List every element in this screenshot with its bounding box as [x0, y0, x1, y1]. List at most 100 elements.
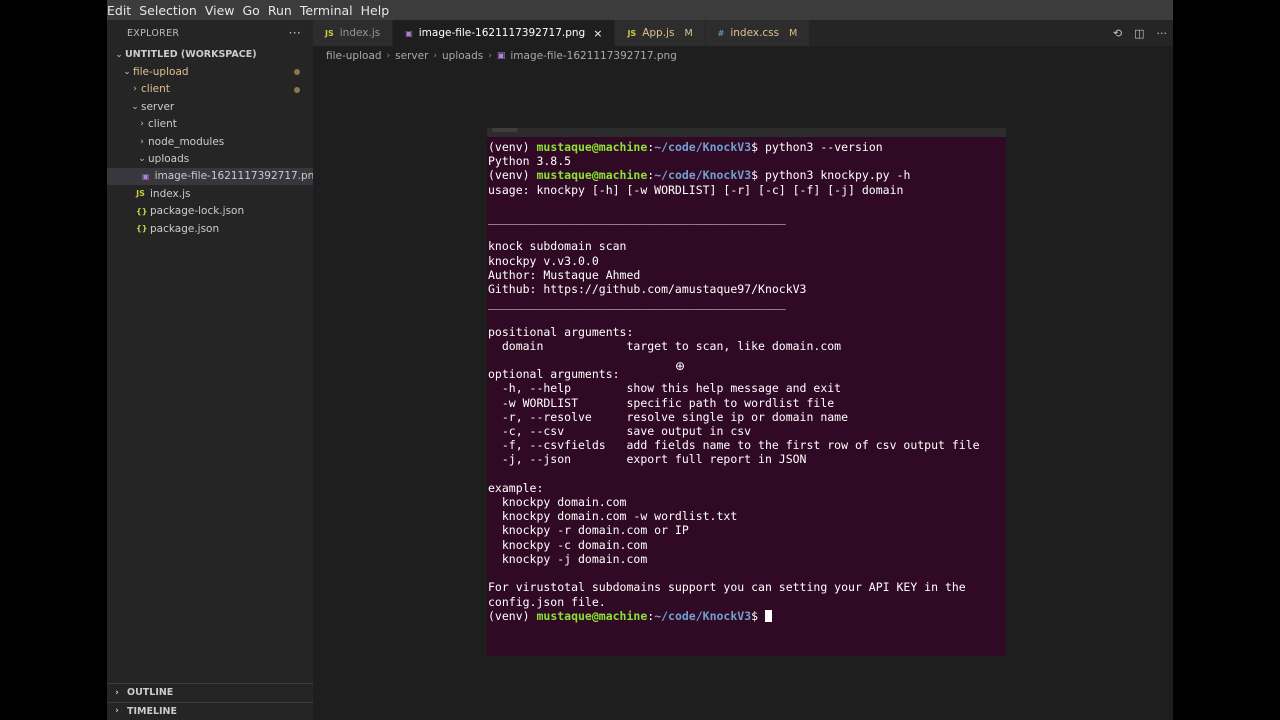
tree-item-server[interactable]: ⌄ server [107, 98, 313, 115]
json-file-icon: {} [136, 206, 148, 216]
tree-item-label: server [141, 100, 175, 113]
more-actions-icon[interactable]: ··· [1157, 27, 1168, 40]
terminal-line: Github: https://github.com/amustaque97/K… [488, 282, 1006, 296]
workspace-label: UNTITLED (WORKSPACE) [125, 49, 257, 61]
menu-item-help[interactable]: Help [361, 3, 396, 18]
terminal-command: $ python3 --version [751, 140, 883, 154]
prompt-user: mustaque@machine [536, 168, 648, 183]
image-file-icon: ▣ [142, 171, 150, 181]
sidebar-bottom-panels: › OUTLINE › TIMELINE [107, 683, 313, 720]
terminal-text: example: [488, 480, 544, 495]
terminal-text: domain target to scan, like domain.com [488, 338, 842, 353]
menu-item-run[interactable]: Run [268, 3, 298, 18]
tree-item-image-file[interactable]: ▣ image-file-1621117392717.png [107, 167, 321, 186]
terminal-line: domain target to scan, like domain.com [488, 339, 1006, 353]
close-icon[interactable]: × [593, 27, 602, 40]
venv-label: (venv) [488, 168, 537, 183]
terminal-text: Python 3.8.5 [488, 154, 572, 169]
tree-item-label: client [141, 83, 170, 96]
terminal-text: ________________________________________… [488, 296, 786, 311]
image-file-icon: ▣ [496, 51, 506, 61]
tree-item-label: package-lock.json [150, 205, 245, 218]
tab-index-css[interactable]: # index.css M [705, 20, 811, 46]
js-file-icon: JS [325, 28, 334, 38]
terminal-text: -c, --csv save output in csv [488, 424, 752, 439]
tree-item-label: node_modules [148, 135, 225, 148]
prompt-path: ~/code/KnockV3 [654, 168, 752, 183]
tree-item-file-upload[interactable]: ⌄ file-upload [107, 63, 313, 80]
json-file-icon: {} [136, 224, 148, 234]
tree-item-client-top[interactable]: › client [107, 81, 313, 98]
tab-label: index.js [339, 27, 381, 39]
terminal-image-preview: (venv) mustaque@machine:~/code/KnockV3$ … [487, 128, 1006, 656]
chevron-right-icon: › [386, 51, 391, 61]
terminal-line: -w WORDLIST specific path to wordlist fi… [488, 396, 1006, 410]
terminal-line: knockpy -r domain.com or IP [488, 523, 1006, 537]
zoom-icon: ⊕ [675, 359, 686, 373]
workspace-root[interactable]: ⌄ UNTITLED (WORKSPACE) [107, 46, 313, 63]
breadcrumb-item[interactable]: image-file-1621117392717.png [510, 50, 676, 62]
terminal-text: knockpy -c domain.com [488, 537, 648, 552]
terminal-line: optional arguments: [488, 367, 1006, 381]
tree-item-index-js[interactable]: JS index.js [107, 185, 313, 202]
tree-item-server-client[interactable]: › client [107, 116, 313, 133]
terminal-line: For virustotal subdomains support you ca… [488, 580, 1006, 594]
terminal-text: knockpy domain.com [488, 495, 627, 510]
split-editor-icon[interactable]: ◫ [1134, 27, 1144, 40]
tab-image-file[interactable]: ▣ image-file-1621117392717.png × [393, 20, 616, 46]
terminal-text: knock subdomain scan [488, 239, 627, 254]
modified-dot-icon [294, 69, 300, 76]
editor-actions: ⟲ ◫ ··· [1113, 20, 1167, 46]
terminal-text: -r, --resolve resolve single ip or domai… [488, 409, 849, 424]
terminal-line: Python 3.8.5 [488, 154, 1006, 168]
menu-items: Edit Selection View Go Run Terminal Help [107, 3, 397, 18]
outline-panel[interactable]: › OUTLINE [107, 683, 313, 702]
terminal-text: ________________________________________… [488, 211, 786, 226]
terminal-text: Github: https://github.com/amustaque97/K… [488, 282, 807, 297]
terminal-text: Author: Mustaque Ahmed [488, 267, 641, 282]
menu-item-terminal[interactable]: Terminal [300, 3, 359, 18]
modified-badge: M [684, 27, 693, 39]
terminal-line: (venv) mustaque@machine:~/code/KnockV3$ … [488, 140, 1006, 154]
tree-item-uploads[interactable]: ⌄ uploads [107, 150, 313, 167]
terminal-line: example: [488, 481, 1006, 495]
menu-item-selection[interactable]: Selection [139, 3, 203, 18]
tree-item-package-json[interactable]: {} package.json [107, 220, 313, 237]
terminal-output: (venv) mustaque@machine:~/code/KnockV3$ … [487, 137, 1006, 623]
js-file-icon: JS [136, 189, 145, 199]
prompt-user: mustaque@machine [536, 140, 648, 154]
menu-bar: Edit Selection View Go Run Terminal Help [107, 0, 1173, 20]
terminal-line: -h, --help show this help message and ex… [488, 381, 1006, 395]
terminal-text: knockpy -r domain.com or IP [488, 523, 689, 538]
terminal-command: $ python3 knockpy.py -h [751, 168, 911, 183]
menu-item-edit[interactable]: Edit [107, 3, 137, 18]
terminal-line: -c, --csv save output in csv [488, 424, 1006, 438]
tab-app-js[interactable]: JS App.js M [615, 20, 706, 46]
chevron-down-icon: ⌄ [138, 154, 146, 165]
tree-item-node-modules[interactable]: › node_modules [107, 133, 313, 150]
prompt-user: mustaque@machine [536, 608, 648, 623]
tab-index-js[interactable]: JS index.js [313, 20, 394, 46]
terminal-text: knockpy domain.com -w wordlist.txt [488, 509, 738, 524]
menu-item-view[interactable]: View [205, 3, 241, 18]
chevron-right-icon: › [133, 84, 137, 95]
terminal-line: ________________________________________… [488, 211, 1006, 225]
terminal-line: (venv) mustaque@machine:~/code/KnockV3$ [488, 609, 1006, 623]
terminal-line: (venv) mustaque@machine:~/code/KnockV3$ … [488, 168, 1006, 182]
terminal-command: $ [751, 608, 765, 623]
prompt-path: ~/code/KnockV3 [654, 608, 752, 623]
explorer-title: EXPLORER [127, 27, 180, 39]
breadcrumb-item[interactable]: server [395, 50, 428, 62]
menu-item-go[interactable]: Go [243, 3, 266, 18]
open-changes-icon[interactable]: ⟲ [1113, 27, 1122, 40]
tree-item-package-lock[interactable]: {} package-lock.json [107, 203, 313, 220]
chevron-right-icon: › [140, 136, 144, 147]
terminal-text: -j, --json export full report in JSON [488, 452, 807, 467]
breadcrumb-item[interactable]: uploads [442, 50, 483, 62]
breadcrumb-item[interactable]: file-upload [326, 50, 382, 62]
venv-label: (venv) [488, 140, 537, 154]
timeline-panel[interactable]: › TIMELINE [107, 701, 313, 720]
terminal-line: -f, --csvfields add fields name to the f… [488, 438, 1006, 452]
more-actions-icon[interactable]: ··· [289, 26, 301, 40]
breadcrumb: file-upload › server › uploads › ▣ image… [313, 46, 1173, 66]
